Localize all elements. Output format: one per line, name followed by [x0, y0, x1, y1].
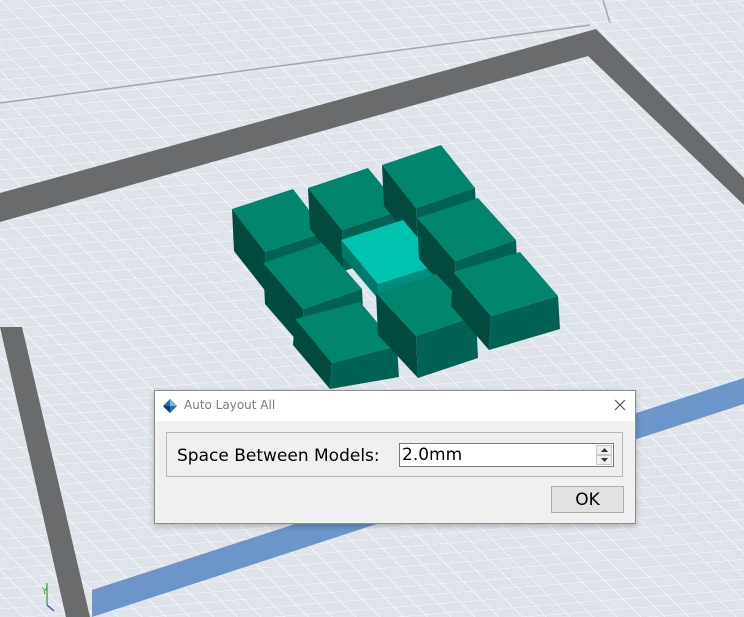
- arrow-up-icon: [600, 448, 608, 452]
- arrow-down-icon: [600, 458, 608, 462]
- axis-label-y: Y: [41, 587, 48, 597]
- dialog-titlebar[interactable]: Auto Layout All: [155, 391, 635, 421]
- auto-layout-dialog: Auto Layout All Space Between Models: OK: [154, 390, 636, 524]
- dialog-title: Auto Layout All: [184, 398, 276, 412]
- spin-down-button[interactable]: [596, 455, 612, 465]
- spin-buttons: [596, 445, 612, 465]
- space-spinbox[interactable]: [399, 443, 614, 467]
- spin-up-button[interactable]: [596, 445, 612, 455]
- close-icon: [614, 399, 626, 411]
- ok-button[interactable]: OK: [551, 486, 624, 513]
- app-logo-icon: [163, 399, 177, 413]
- space-between-models-label: Space Between Models:: [177, 446, 380, 466]
- settings-group: Space Between Models:: [166, 432, 623, 477]
- 3d-build-plate-viewport[interactable]: Y: [0, 0, 744, 617]
- space-between-models-input[interactable]: [402, 444, 592, 466]
- close-button[interactable]: [607, 393, 633, 417]
